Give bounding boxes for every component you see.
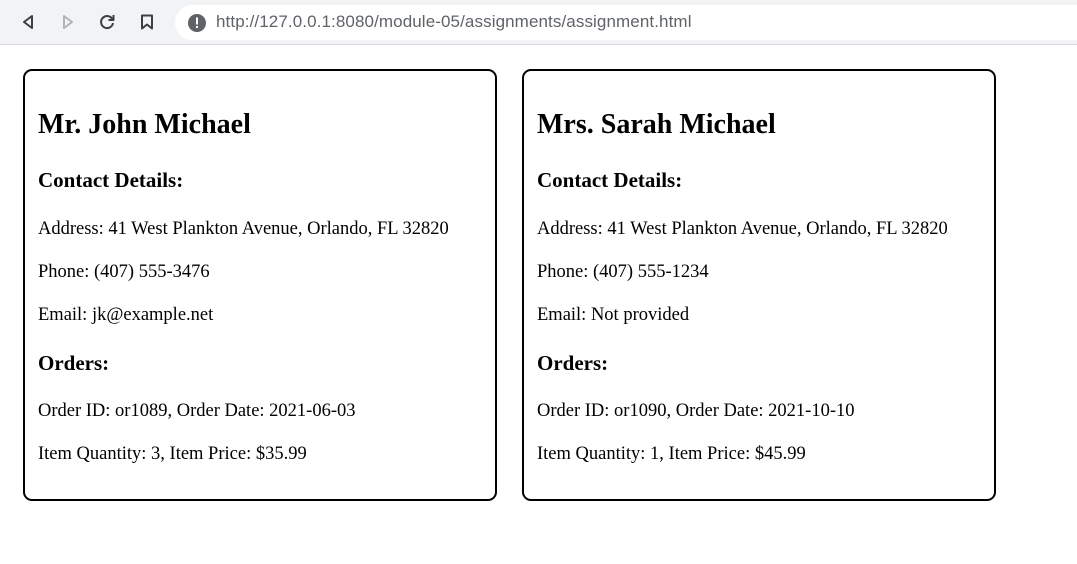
customer-card: Mr. John Michael Contact Details: Addres… <box>23 69 497 501</box>
contact-details-heading: Contact Details: <box>38 168 184 192</box>
address-text: Address: 41 West Plankton Avenue, Orland… <box>537 219 948 239</box>
customer-name: Mr. John Michael <box>38 109 251 140</box>
url-text[interactable]: http://127.0.0.1:8080/module-05/assignme… <box>216 12 692 32</box>
address-bar[interactable]: http://127.0.0.1:8080/module-05/assignme… <box>175 5 1077 40</box>
phone-text: Phone: (407) 555-1234 <box>537 262 709 282</box>
email-text: Email: jk@example.net <box>38 305 214 325</box>
address-text: Address: 41 West Plankton Avenue, Orland… <box>38 219 449 239</box>
item-info-text: Item Quantity: 1, Item Price: $45.99 <box>537 444 806 464</box>
orders-heading: Orders: <box>38 351 110 375</box>
forward-button[interactable] <box>57 11 79 33</box>
bookmark-button[interactable] <box>136 11 158 33</box>
forward-arrow-icon <box>63 15 73 29</box>
customer-name: Mrs. Sarah Michael <box>537 109 776 140</box>
info-icon[interactable] <box>187 13 207 33</box>
email-text: Email: Not provided <box>537 305 690 325</box>
reload-button[interactable] <box>96 11 118 33</box>
back-arrow-icon <box>23 15 33 29</box>
item-info-text: Item Quantity: 3, Item Price: $35.99 <box>38 444 307 464</box>
browser-toolbar: http://127.0.0.1:8080/module-05/assignme… <box>0 0 1077 45</box>
reload-icon <box>100 15 115 30</box>
back-button[interactable] <box>17 11 39 33</box>
order-info-text: Order ID: or1089, Order Date: 2021-06-03 <box>38 401 356 421</box>
order-info-text: Order ID: or1090, Order Date: 2021-10-10 <box>537 401 855 421</box>
bookmark-icon <box>141 14 153 30</box>
contact-details-heading: Contact Details: <box>537 168 683 192</box>
phone-text: Phone: (407) 555-3476 <box>38 262 210 282</box>
orders-heading: Orders: <box>537 351 609 375</box>
customer-card: Mrs. Sarah Michael Contact Details: Addr… <box>522 69 996 501</box>
page-content: Mr. John Michael Contact Details: Addres… <box>0 45 1077 564</box>
